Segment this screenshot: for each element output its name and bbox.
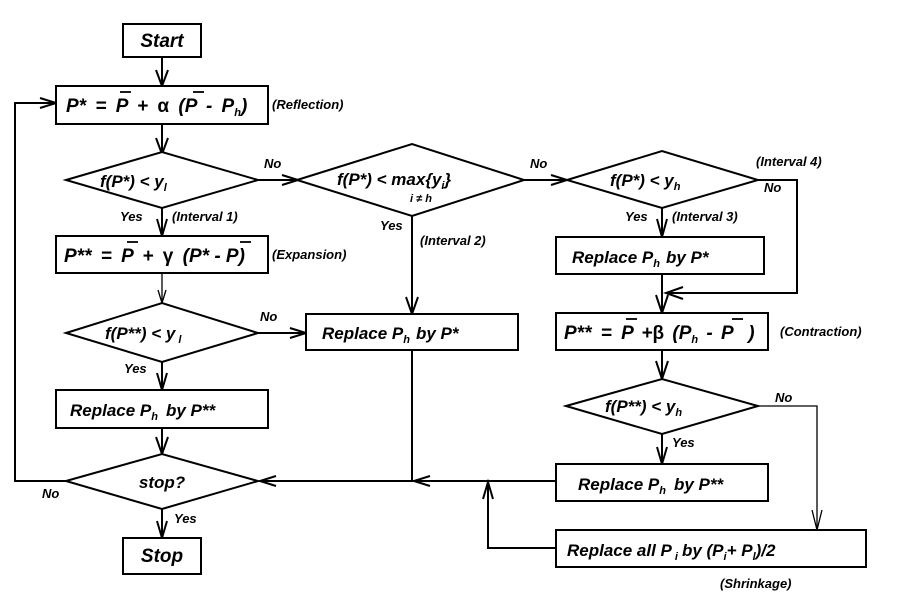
cond-expansion-yes-label: Yes	[124, 361, 147, 376]
stop-question-yes-label: Yes	[174, 511, 197, 526]
cond2-under: i ≠ h	[410, 193, 432, 205]
contraction-note: (Contraction)	[780, 324, 862, 339]
stop-label: Stop	[141, 546, 183, 567]
cond-expansion-no-label: No	[260, 309, 277, 324]
replace-ph-pstar-mid-node: Replace Ph by P*	[305, 313, 519, 351]
shrink-note: (Shrinkage)	[720, 576, 792, 591]
cond3-diamond: f(P*) < yh	[563, 149, 762, 210]
stop-question-no-label: No	[42, 486, 59, 501]
interval1-label: (Interval 1)	[172, 209, 238, 224]
cond2-yes-label: Yes	[380, 218, 403, 233]
cond3-yes-label: Yes	[625, 209, 648, 224]
cond2-diamond: f(P*) < max{yi} i ≠ h	[293, 142, 528, 218]
interval2-label: (Interval 2)	[420, 233, 486, 248]
replace-ph-pstar-right-text: Replace Ph by P*	[572, 248, 710, 270]
stop-question-text: stop?	[139, 473, 186, 492]
edge-shrink-return	[487, 482, 556, 549]
replace-ph-pstar-right-node: Replace Ph by P*	[555, 236, 765, 275]
stop-question-diamond: stop?	[62, 452, 262, 511]
cond3-text: f(P*) < yh	[610, 171, 681, 193]
cond2-text: f(P*) < max{yi}	[337, 170, 451, 192]
cond1-diamond: f(P*) < yl	[62, 150, 262, 210]
cond1-no-label: No	[264, 156, 281, 171]
cond1-yes-label: Yes	[120, 209, 143, 224]
start-label: Start	[140, 31, 184, 52]
replace-ph-pss-right-text: Replace Ph by P**	[578, 475, 725, 497]
cond-expansion-diamond: f(P**) < yl	[62, 301, 262, 364]
shrink-text: Replace all Pi by (Pi+ Pl)/2	[567, 541, 776, 563]
cond-contraction-yes-label: Yes	[672, 435, 695, 450]
cond3-no-label: No	[764, 180, 781, 195]
cond2-no-label: No	[530, 156, 547, 171]
stop-node: Stop	[122, 537, 202, 575]
replace-ph-pss-left-text: Replace Ph by P**	[70, 401, 217, 423]
expansion-formula: P** = P + γ (P* - P)	[64, 246, 245, 267]
replace-ph-pstar-mid-text: Replace Ph by P*	[322, 324, 460, 346]
expansion-note: (Expansion)	[272, 247, 346, 262]
cond-contraction-no-label: No	[775, 390, 792, 405]
contraction-node: P** = P +β (Ph - P )	[555, 312, 769, 351]
expansion-node: P** = P + γ (P* - P)	[55, 235, 269, 274]
shrink-node: Replace all Pi by (Pi+ Pl)/2	[555, 529, 867, 568]
interval3-label: (Interval 3)	[672, 209, 738, 224]
cond-contraction-text: f(P**) < yh	[605, 397, 682, 419]
cond1-text: f(P*) < yl	[100, 172, 168, 194]
cond-contraction-diamond: f(P**) < yh	[562, 377, 762, 436]
reflection-note: (Reflection)	[272, 97, 344, 112]
replace-ph-pss-right-node: Replace Ph by P**	[555, 463, 769, 502]
start-node: Start	[122, 23, 202, 58]
reflection-node: P* = P + α (P - Ph)	[55, 85, 269, 125]
nelder-mead-flowchart: Start P* = P + α (P - Ph) (Reflection) f…	[14, 23, 867, 591]
cond-expansion-text: f(P**) < yl	[105, 324, 182, 346]
replace-ph-pss-left-node: Replace Ph by P**	[55, 389, 269, 429]
interval4-label: (Interval 4)	[756, 154, 822, 169]
